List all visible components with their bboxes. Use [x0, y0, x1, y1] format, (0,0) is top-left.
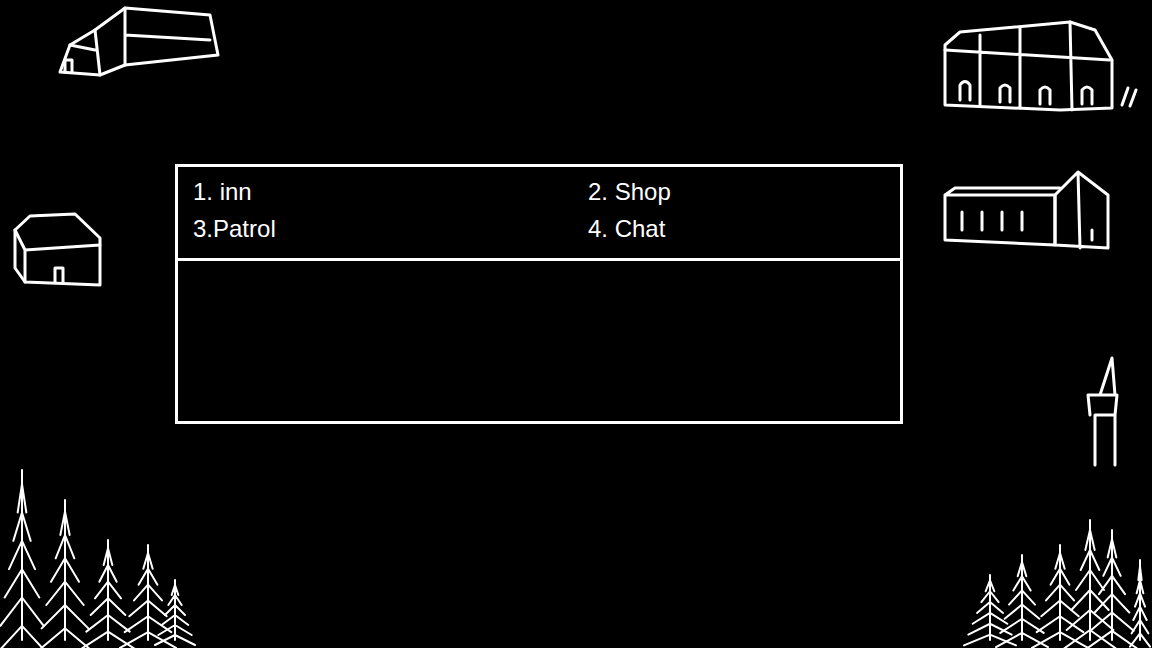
game-screen: 1. inn2. Shop3.Patrol4. Chat: [0, 0, 1152, 648]
menu-option[interactable]: 1. inn: [193, 173, 588, 210]
row-houses-icon: [945, 22, 1136, 110]
forest-left-icon: [0, 470, 195, 648]
menu-window: 1. inn2. Shop3.Patrol4. Chat: [175, 164, 903, 424]
menu-options: 1. inn2. Shop3.Patrol4. Chat: [178, 167, 900, 261]
menu-option[interactable]: 2. Shop: [588, 173, 900, 210]
church-icon: [945, 172, 1108, 248]
message-box: [178, 261, 900, 421]
tower-icon: [1088, 358, 1117, 465]
menu-option[interactable]: 3.Patrol: [193, 210, 588, 247]
forest-right-icon: [964, 520, 1150, 648]
inn-house-icon: [60, 8, 218, 75]
small-house-icon: [15, 214, 100, 285]
menu-option[interactable]: 4. Chat: [588, 210, 900, 247]
